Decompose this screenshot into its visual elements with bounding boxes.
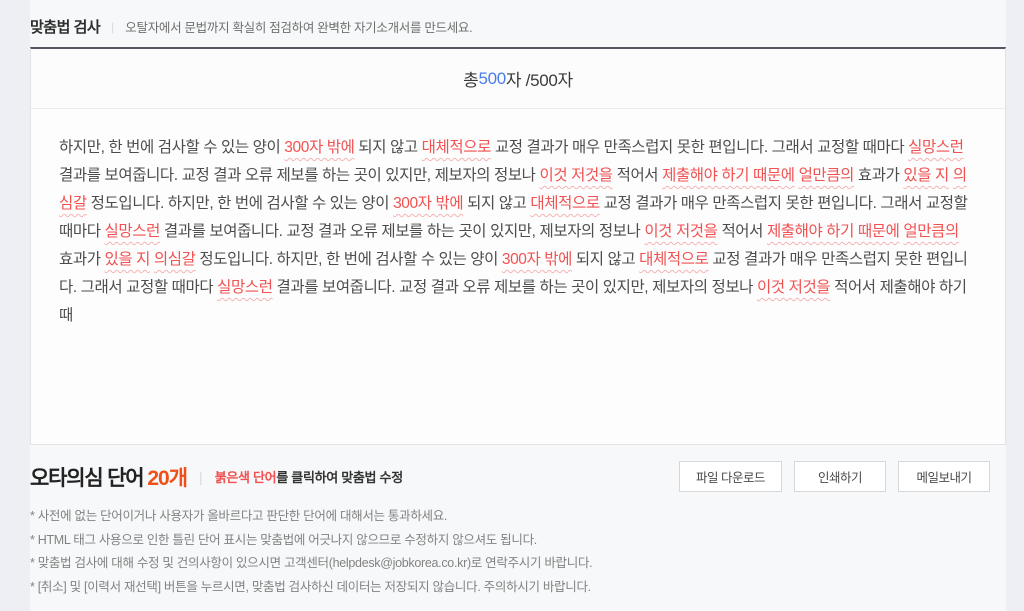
main-content: 맞춤법 검사 | 오탈자에서 문법까지 확실히 점검하여 완벽한 자기소개서를 … [30, 0, 1006, 611]
misspelled-word[interactable]: 대체적으로 [639, 251, 708, 268]
footnote-line: * 사전에 없는 단어이거나 사용자가 올바르다고 판단한 단어에 대해서는 통… [30, 505, 1006, 529]
result-separator: | [199, 469, 203, 485]
text-segment: 효과가 [59, 251, 105, 268]
file-download-button[interactable]: 파일 다운로드 [679, 461, 782, 492]
result-summary: 오타의심 단어 20개 | 붉은색 단어를 클릭하여 맞춤법 수정 [30, 462, 403, 492]
text-segment: 하지만, 한 번에 검사할 수 있는 양이 [277, 251, 502, 268]
text-segment: 결과를 보여줍니다. 교정 결과 오류 제보를 하는 곳이 있지만, 제보자의 … [160, 223, 644, 240]
misspelled-word[interactable]: 이것 저것을 [757, 279, 830, 296]
action-buttons: 파일 다운로드 인쇄하기 메일보내기 [679, 461, 1006, 492]
text-segment: 결과를 보여줍니다. 교정 결과 오류 제보를 하는 곳이 있지만, 제보자의 … [59, 167, 539, 184]
misspelled-word[interactable]: 대체적으로 [422, 139, 491, 156]
page-title: 맞춤법 검사 [30, 16, 100, 37]
typo-count-label: 오타의심 단어 [30, 462, 143, 492]
char-counter-max: 500자 [530, 66, 573, 91]
misspelled-word[interactable]: 실망스런 [908, 139, 963, 156]
text-segment: 결과를 보여줍니다. 교정 결과 오류 제보를 하는 곳이 있지만, 제보자의 … [273, 279, 757, 296]
correction-hint: 붉은색 단어를 클릭하여 맞춤법 수정 [215, 467, 403, 486]
misspelled-word[interactable]: 제출해야 하기 때문에 [662, 167, 795, 184]
misspelled-word[interactable]: 대체적으로 [530, 195, 599, 212]
char-counter-after: 자 / [506, 66, 530, 91]
spellcheck-panel: 총 500 자 / 500자 하지만, 한 번에 검사할 수 있는 양이 300… [30, 47, 1006, 445]
text-segment: 적어서 [718, 223, 767, 240]
footnote-line: * HTML 태그 사용으로 인한 틀린 단어 표시는 맞춤법에 어긋나지 않으… [30, 529, 1006, 553]
misspelled-word[interactable]: 이것 저것을 [644, 223, 717, 240]
header-separator: | [111, 20, 114, 34]
text-segment: 정도입니다. [87, 195, 168, 212]
misspelled-word[interactable]: 의심갈 [154, 251, 196, 268]
print-button[interactable]: 인쇄하기 [794, 461, 886, 492]
text-segment: 정도입니다. [196, 251, 277, 268]
misspelled-word[interactable]: 얼만큼의 [799, 167, 854, 184]
result-bar: 오타의심 단어 20개 | 붉은색 단어를 클릭하여 맞춤법 수정 파일 다운로… [30, 461, 1006, 492]
text-segment: 하지만, 한 번에 검사할 수 있는 양이 [168, 195, 393, 212]
text-segment: 하지만, 한 번에 검사할 수 있는 양이 [59, 139, 284, 156]
text-segment: 되지 않고 [354, 139, 421, 156]
spellcheck-text-area[interactable]: 하지만, 한 번에 검사할 수 있는 양이 300자 밖에 되지 않고 대체적으… [31, 109, 1005, 444]
misspelled-word[interactable]: 300자 밖에 [393, 195, 463, 212]
footnotes: * 사전에 없는 단어이거나 사용자가 올바르다고 판단한 단어에 대해서는 통… [30, 505, 1006, 599]
misspelled-word[interactable]: 얼만큼의 [903, 223, 958, 240]
text-segment: 되지 않고 [463, 195, 530, 212]
misspelled-word[interactable]: 300자 밖에 [284, 139, 354, 156]
text-segment: 효과가 [854, 167, 903, 184]
misspelled-word[interactable]: 제출해야 하기 때문에 [767, 223, 900, 240]
misspelled-word[interactable]: 이것 저것을 [539, 167, 612, 184]
typo-count-value: 20개 [147, 462, 187, 492]
page-header: 맞춤법 검사 | 오탈자에서 문법까지 확실히 점검하여 완벽한 자기소개서를 … [30, 0, 1006, 47]
footnote-line: * [취소] 및 [이력서 재선택] 버튼을 누르시면, 맞춤법 검사하신 데이… [30, 576, 1006, 600]
page-subtitle: 오탈자에서 문법까지 확실히 점검하여 완벽한 자기소개서를 만드세요. [125, 17, 472, 36]
text-segment: 교정 결과가 매우 만족스럽지 못한 편입니다. 그래서 교정할 때마다 [491, 139, 908, 156]
correction-hint-rest: 를 클릭하여 맞춤법 수정 [276, 470, 403, 485]
footnote-line: * 맞춤법 검사에 대해 수정 및 건의사항이 있으시면 고객센터(helpde… [30, 552, 1006, 576]
misspelled-word[interactable]: 있을 지 [903, 167, 949, 184]
misspelled-word[interactable]: 있을 지 [105, 251, 151, 268]
char-counter: 총 500 자 / 500자 [31, 49, 1005, 109]
char-counter-prefix: 총 [463, 66, 478, 91]
text-segment: 적어서 [613, 167, 662, 184]
misspelled-word[interactable]: 실망스런 [105, 223, 160, 240]
misspelled-word[interactable]: 실망스런 [217, 279, 272, 296]
char-counter-current: 500 [478, 69, 505, 89]
correction-hint-red: 붉은색 단어 [215, 470, 277, 485]
text-segment: 되지 않고 [572, 251, 639, 268]
send-mail-button[interactable]: 메일보내기 [898, 461, 990, 492]
misspelled-word[interactable]: 300자 밖에 [502, 251, 572, 268]
